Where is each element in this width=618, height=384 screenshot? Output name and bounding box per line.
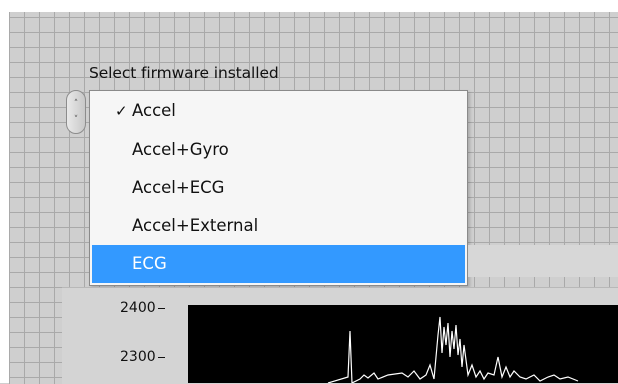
menu-item-label: Accel+ECG: [132, 178, 225, 197]
y-tick-label: 2400: [120, 300, 156, 316]
menu-item-accel-ecg[interactable]: Accel+ECG: [90, 169, 467, 207]
menu-item-accel-gyro[interactable]: Accel+Gyro: [90, 131, 467, 169]
spin-down-icon[interactable]: ˅: [67, 115, 85, 125]
menu-item-label: Accel: [132, 101, 176, 120]
waveform-plot-area: [188, 305, 618, 383]
menu-item-label: ECG: [132, 254, 167, 273]
y-axis-tick: 2300: [120, 349, 165, 365]
left-border-strip: [0, 0, 9, 383]
firmware-dropdown-menu: ✓ Accel Accel+Gyro Accel+ECG Accel+Exter…: [89, 90, 468, 286]
tick-mark: [157, 356, 165, 358]
waveform-trace: [327, 316, 579, 383]
spin-up-icon[interactable]: ˄: [67, 99, 85, 109]
firmware-select-label: Select firmware installed: [89, 64, 279, 82]
tick-mark: [157, 307, 165, 309]
menu-item-accel[interactable]: ✓ Accel: [90, 91, 467, 131]
menu-item-label: Accel+Gyro: [132, 140, 229, 159]
y-axis-tick: 2400: [120, 300, 165, 316]
y-tick-label: 2300: [120, 349, 156, 365]
graph-header-strip: [468, 245, 618, 277]
menu-item-ecg[interactable]: ECG: [92, 245, 465, 283]
menu-item-accel-external[interactable]: Accel+External: [90, 207, 467, 245]
top-border-strip: [0, 0, 618, 12]
menu-item-label: Accel+External: [132, 216, 259, 235]
checkmark-icon: ✓: [115, 102, 128, 120]
ring-spin-buttons[interactable]: ˄ ˅: [66, 90, 86, 134]
